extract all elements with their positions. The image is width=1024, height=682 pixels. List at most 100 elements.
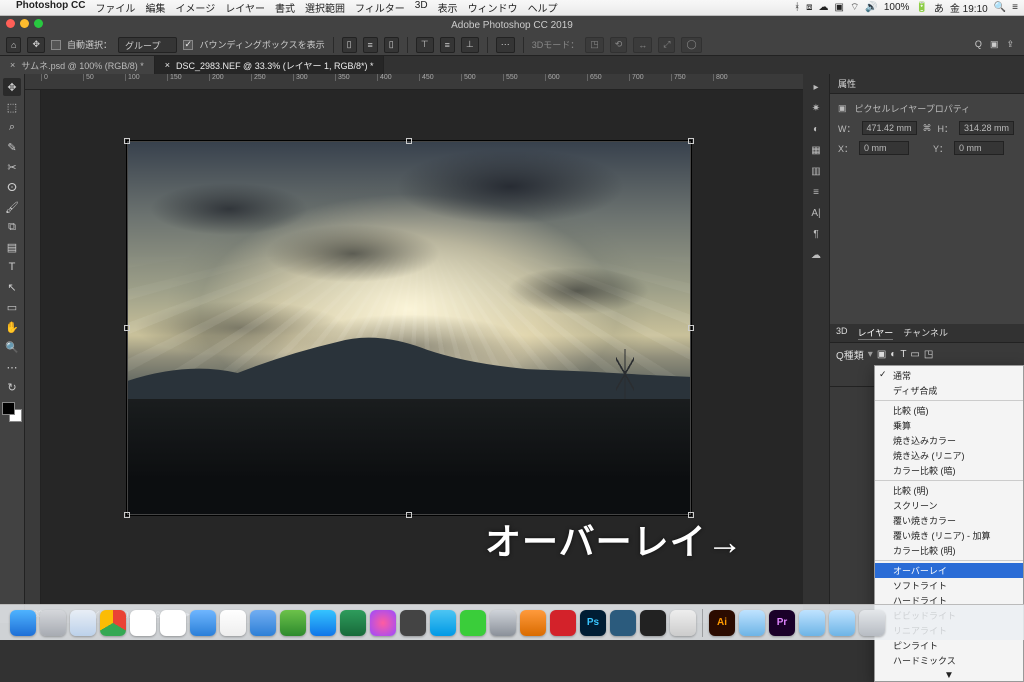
app-name-menu[interactable]: Photoshop CC (16, 0, 85, 15)
dock-finder[interactable] (10, 610, 36, 636)
dock-acrobat[interactable] (550, 610, 576, 636)
dock-folder3[interactable] (829, 610, 855, 636)
align-bottom-icon[interactable]: ⊥ (461, 37, 479, 53)
dock-app4[interactable] (670, 610, 696, 636)
menu-edit[interactable]: 編集 (145, 0, 165, 15)
y-field[interactable]: 0 mm (954, 141, 1004, 155)
ruler-vertical[interactable] (25, 90, 41, 623)
wifi-icon[interactable]: ⌔ (850, 1, 859, 14)
x-field[interactable]: 0 mm (859, 141, 909, 155)
dock-calendar2[interactable] (160, 610, 186, 636)
panel-icon-character[interactable]: A| (811, 208, 820, 219)
notification-icon[interactable]: ≡ (1012, 2, 1018, 13)
filter-shape-icon[interactable]: ▭ (910, 349, 919, 360)
canvas-area[interactable]: 0501001502002503003504004505005506006507… (25, 74, 803, 623)
menu-help[interactable]: ヘルプ (528, 0, 558, 15)
dock-trash[interactable] (859, 610, 885, 636)
dock-evernote[interactable] (280, 610, 306, 636)
transform-handle[interactable] (688, 325, 694, 331)
move-tool-icon[interactable]: ✥ (27, 37, 45, 53)
blend-mode-item[interactable]: 覆い焼き (リニア) - 加算 (875, 528, 1023, 543)
auto-select-dropdown[interactable]: グループ (118, 37, 177, 53)
tab-layers[interactable]: レイヤー (858, 326, 894, 340)
transform-handle[interactable] (406, 512, 412, 518)
align-center-h-icon[interactable]: ≡ (363, 37, 378, 53)
tool-lasso[interactable]: ⌕ (3, 118, 21, 136)
search-icon[interactable]: Q (975, 39, 982, 50)
properties-panel-tab[interactable]: 属性 (830, 74, 1024, 94)
dock-app1[interactable] (400, 610, 426, 636)
minimize-icon[interactable] (20, 19, 29, 28)
blend-mode-item[interactable]: 通常 (875, 368, 1023, 383)
dock-skype[interactable] (430, 610, 456, 636)
blend-mode-item[interactable]: 焼き込み (リニア) (875, 448, 1023, 463)
menu-image[interactable]: イメージ (175, 0, 215, 15)
tool-type[interactable]: T (3, 258, 21, 276)
blend-mode-item[interactable]: 覆い焼きカラー (875, 513, 1023, 528)
dock-premiere[interactable]: Pr (769, 610, 795, 636)
battery-icon[interactable]: 🔋 (915, 2, 927, 13)
transform-handle[interactable] (124, 512, 130, 518)
tool-zoom[interactable]: 🔍 (3, 338, 21, 356)
blend-mode-item[interactable]: スクリーン (875, 498, 1023, 513)
threeD-icon-3[interactable]: ↔ (633, 37, 652, 53)
tool-more[interactable]: ⋯ (3, 358, 21, 376)
dock-sublime[interactable] (520, 610, 546, 636)
align-right-icon[interactable]: ▯ (384, 37, 399, 53)
align-top-icon[interactable]: ⊤ (416, 37, 434, 53)
tool-edit-toolbar[interactable]: ↻ (3, 378, 21, 396)
blend-menu-scroll-down[interactable]: ▼ (875, 670, 1023, 681)
menu-layer[interactable]: レイヤー (225, 0, 265, 15)
blend-mode-item[interactable]: カラー比較 (暗) (875, 463, 1023, 478)
menu-file[interactable]: ファイル (95, 0, 135, 15)
threeD-icon-5[interactable]: ◯ (681, 37, 701, 53)
blend-mode-item[interactable]: 焼き込みカラー (875, 433, 1023, 448)
menu-3d[interactable]: 3D (415, 0, 428, 15)
distribute-icon[interactable]: ⋯ (496, 37, 515, 53)
tool-crop[interactable]: ✂ (3, 158, 21, 176)
ime-icon[interactable]: あ (934, 0, 944, 15)
threeD-icon-4[interactable]: ⤢ (658, 37, 675, 53)
dock-safari[interactable] (70, 610, 96, 636)
tool-quick-select[interactable]: ✎ (3, 138, 21, 156)
panel-icon-cloud[interactable]: ☁ (811, 250, 821, 261)
menu-view[interactable]: 表示 (438, 0, 458, 15)
align-left-icon[interactable]: ▯ (342, 37, 357, 53)
dock-slack[interactable] (220, 610, 246, 636)
tool-gradient[interactable]: ▤ (3, 238, 21, 256)
filter-pixel-icon[interactable]: ▣ (877, 349, 886, 360)
blend-mode-item[interactable]: 比較 (明) (875, 483, 1023, 498)
dock-itunes[interactable] (370, 610, 396, 636)
panel-icon-color[interactable]: ▦ (811, 145, 820, 156)
tool-shape[interactable]: ▭ (3, 298, 21, 316)
panel-icon-paragraph[interactable]: ¶ (813, 229, 818, 240)
auto-select-checkbox[interactable] (51, 40, 61, 50)
dock-launchpad[interactable] (40, 610, 66, 636)
image-bounding-box[interactable] (127, 141, 691, 515)
menu-type[interactable]: 書式 (275, 0, 295, 15)
transform-handle[interactable] (124, 325, 130, 331)
menu-window[interactable]: ウィンドウ (468, 0, 518, 15)
dock-appstore[interactable] (310, 610, 336, 636)
tool-path[interactable]: ↖ (3, 278, 21, 296)
threeD-icon-1[interactable]: ◳ (585, 37, 604, 53)
layers-kind-filter[interactable]: Q種類 (836, 347, 864, 362)
menu-filter[interactable]: フィルター (355, 0, 405, 15)
blend-mode-item[interactable]: ソフトライト (875, 578, 1023, 593)
dock-photoshop[interactable]: Ps (580, 610, 606, 636)
blend-mode-item[interactable]: カラー比較 (明) (875, 543, 1023, 558)
dock-folder[interactable] (739, 610, 765, 636)
dock-illustrator[interactable]: Ai (709, 610, 735, 636)
tab-3d[interactable]: 3D (836, 326, 848, 340)
height-field[interactable]: 314.28 mm (959, 121, 1014, 135)
cloud-icon[interactable]: ☁︎ (819, 2, 829, 13)
tool-move[interactable]: ✥ (3, 78, 21, 96)
volume-icon[interactable]: 🔊 (865, 2, 877, 13)
dock-systemprefs[interactable] (490, 610, 516, 636)
threeD-icon-2[interactable]: ⟲ (610, 37, 628, 53)
dropbox-icon[interactable]: ⧈ (806, 2, 812, 13)
tool-eyedropper[interactable]: ⵙ (3, 178, 21, 196)
dock-chrome[interactable] (100, 610, 126, 636)
dock-app2[interactable] (610, 610, 636, 636)
transform-handle[interactable] (124, 138, 130, 144)
